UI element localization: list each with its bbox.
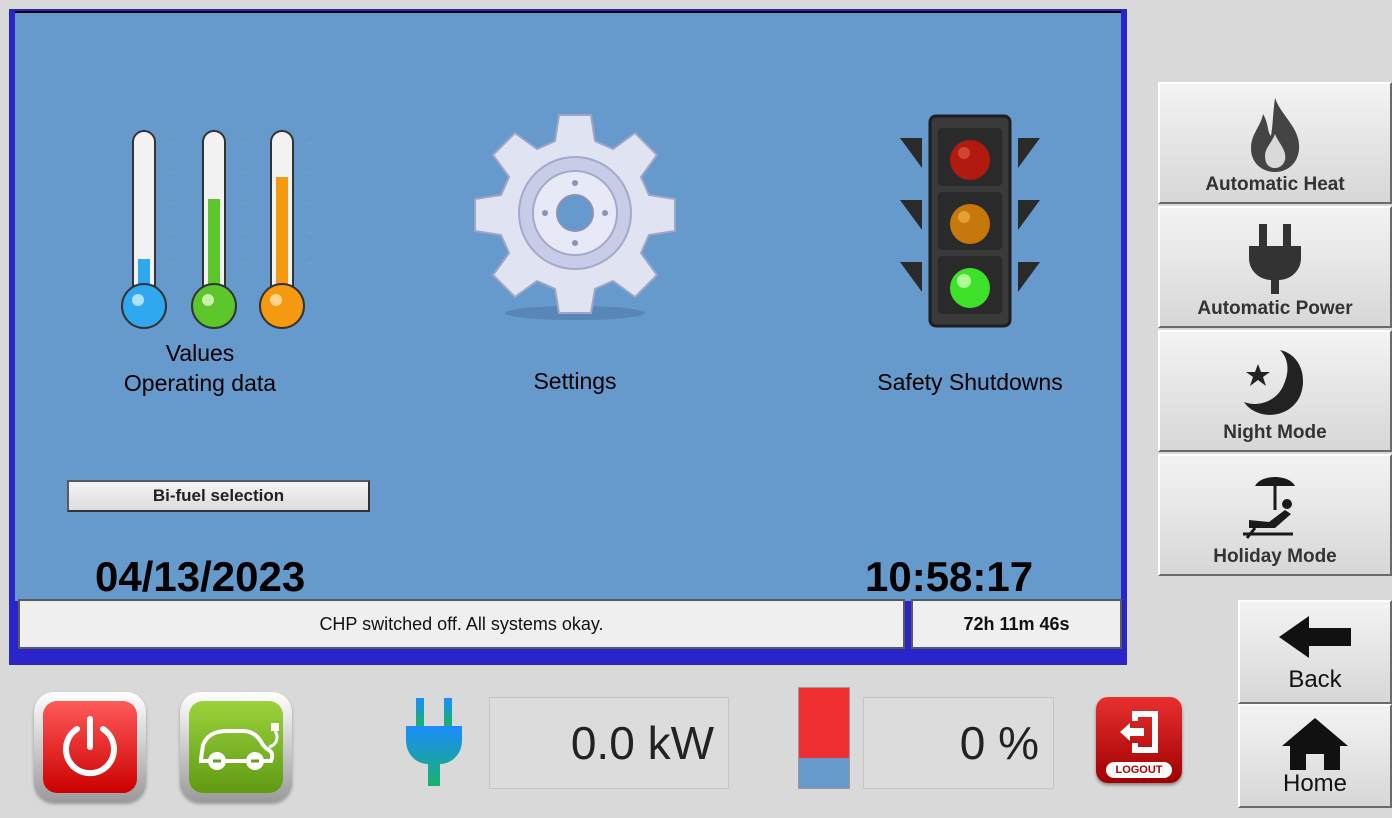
bi-fuel-selection-button[interactable]: Bi-fuel selection (67, 480, 370, 512)
values-operating-data-tile[interactable]: Values Operating data (85, 113, 315, 413)
plug-icon (1249, 224, 1301, 294)
logout-button[interactable]: LOGOUT (1096, 697, 1182, 783)
safety-shutdowns-tile[interactable]: Safety Shutdowns (825, 108, 1115, 408)
electric-car-button-face (189, 701, 283, 793)
time-display: 10:58:17 (865, 553, 1034, 600)
level-bar (798, 687, 850, 789)
automatic-heat-label: Automatic Heat (1205, 174, 1345, 195)
status-message-bar: CHP switched off. All systems okay. (18, 599, 905, 649)
traffic-light-icon (900, 114, 1040, 328)
automatic-power-label: Automatic Power (1197, 298, 1353, 319)
percent-readout: 0 % (863, 697, 1054, 789)
electric-car-icon (199, 723, 279, 770)
power-button-face (43, 701, 137, 793)
runtime-display: 72h 11m 46s (911, 599, 1122, 649)
night-mode-label: Night Mode (1223, 422, 1327, 443)
operating-data-label: Operating data (123, 370, 277, 396)
main-content-area: Values Operating data Settings Safety Sh… (15, 11, 1121, 601)
thermometer-blue (121, 130, 177, 329)
automatic-heat-button[interactable]: Automatic Heat (1158, 82, 1392, 204)
beach-chair-icon (1243, 477, 1295, 539)
date-display: 04/13/2023 (95, 553, 306, 600)
back-label: Back (1288, 666, 1342, 693)
thermometer-orange (259, 130, 313, 329)
settings-tile[interactable]: Settings (455, 113, 695, 413)
back-arrow-icon (1279, 616, 1351, 658)
logout-label: LOGOUT (1106, 762, 1172, 778)
main-panel: Values Operating data Settings Safety Sh… (9, 9, 1127, 665)
home-button[interactable]: Home (1238, 704, 1392, 808)
flame-icon (1251, 98, 1300, 172)
holiday-mode-label: Holiday Mode (1213, 546, 1337, 567)
back-button[interactable]: Back (1238, 600, 1392, 704)
values-label: Values (165, 340, 235, 366)
power-output-readout: 0.0 kW (489, 697, 729, 789)
moon-star-icon (1244, 350, 1304, 415)
holiday-mode-button[interactable]: Holiday Mode (1158, 454, 1392, 576)
power-icon (63, 716, 117, 777)
power-button[interactable] (34, 692, 146, 802)
level-bar-fill (799, 688, 849, 758)
night-mode-button[interactable]: Night Mode (1158, 330, 1392, 452)
home-label: Home (1282, 770, 1348, 797)
electric-car-button[interactable] (180, 692, 292, 802)
thermometer-green (191, 130, 247, 329)
thermometer-icon (121, 130, 313, 329)
home-icon (1282, 718, 1348, 770)
logout-icon (1120, 711, 1158, 753)
plug-icon (406, 698, 462, 786)
safety-shutdowns-label: Safety Shutdowns (877, 369, 1063, 395)
gear-icon (474, 114, 676, 320)
settings-label: Settings (533, 368, 617, 394)
automatic-power-button[interactable]: Automatic Power (1158, 206, 1392, 328)
